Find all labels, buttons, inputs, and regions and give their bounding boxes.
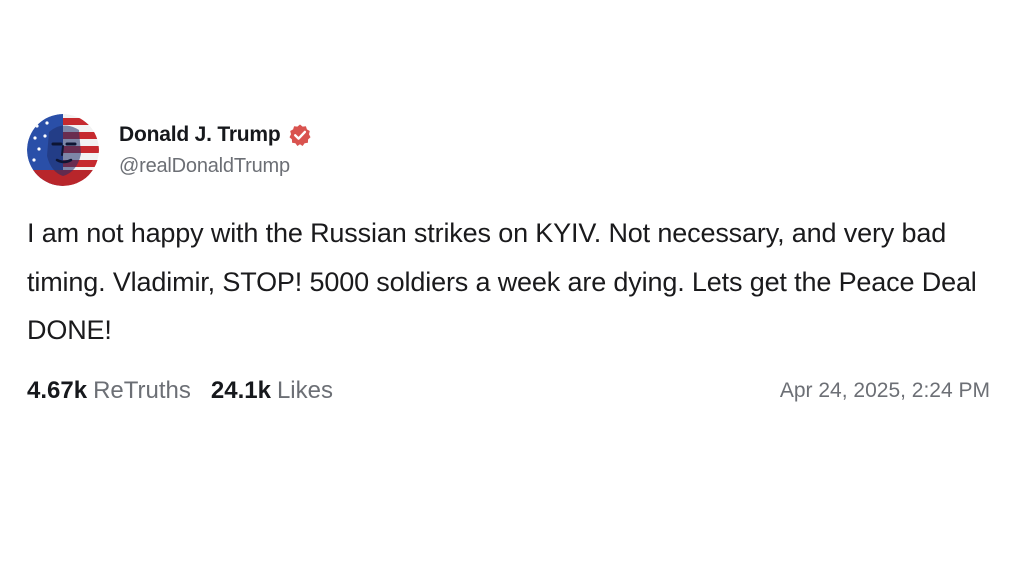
author-display-name[interactable]: Donald J. Trump	[119, 123, 281, 147]
post-timestamp[interactable]: Apr 24, 2025, 2:24 PM	[780, 379, 990, 403]
author-names: Donald J. Trump @realDonaldTrump	[119, 121, 312, 178]
author-handle[interactable]: @realDonaldTrump	[119, 155, 312, 178]
likes-count: 24.1k	[210, 376, 271, 404]
retruths-count: 4.67k	[27, 376, 88, 404]
post-header: Donald J. Trump @realDonaldTrump	[27, 113, 997, 187]
verified-check-icon	[289, 124, 311, 146]
display-name-row: Donald J. Trump	[119, 121, 312, 149]
post-body-text: I am not happy with the Russian strikes …	[27, 218, 977, 345]
likes-stat[interactable]: 24.1k Likes	[211, 377, 333, 405]
likes-label: Likes	[276, 376, 333, 404]
avatar[interactable]	[27, 114, 99, 186]
post-footer: 4.67k ReTruths 24.1k Likes Apr 24, 2025,…	[27, 375, 990, 407]
post-card: Donald J. Trump @realDonaldTrump I am no…	[27, 113, 997, 407]
retruths-label: ReTruths	[93, 376, 191, 404]
retruths-stat[interactable]: 4.67k ReTruths	[27, 377, 191, 405]
